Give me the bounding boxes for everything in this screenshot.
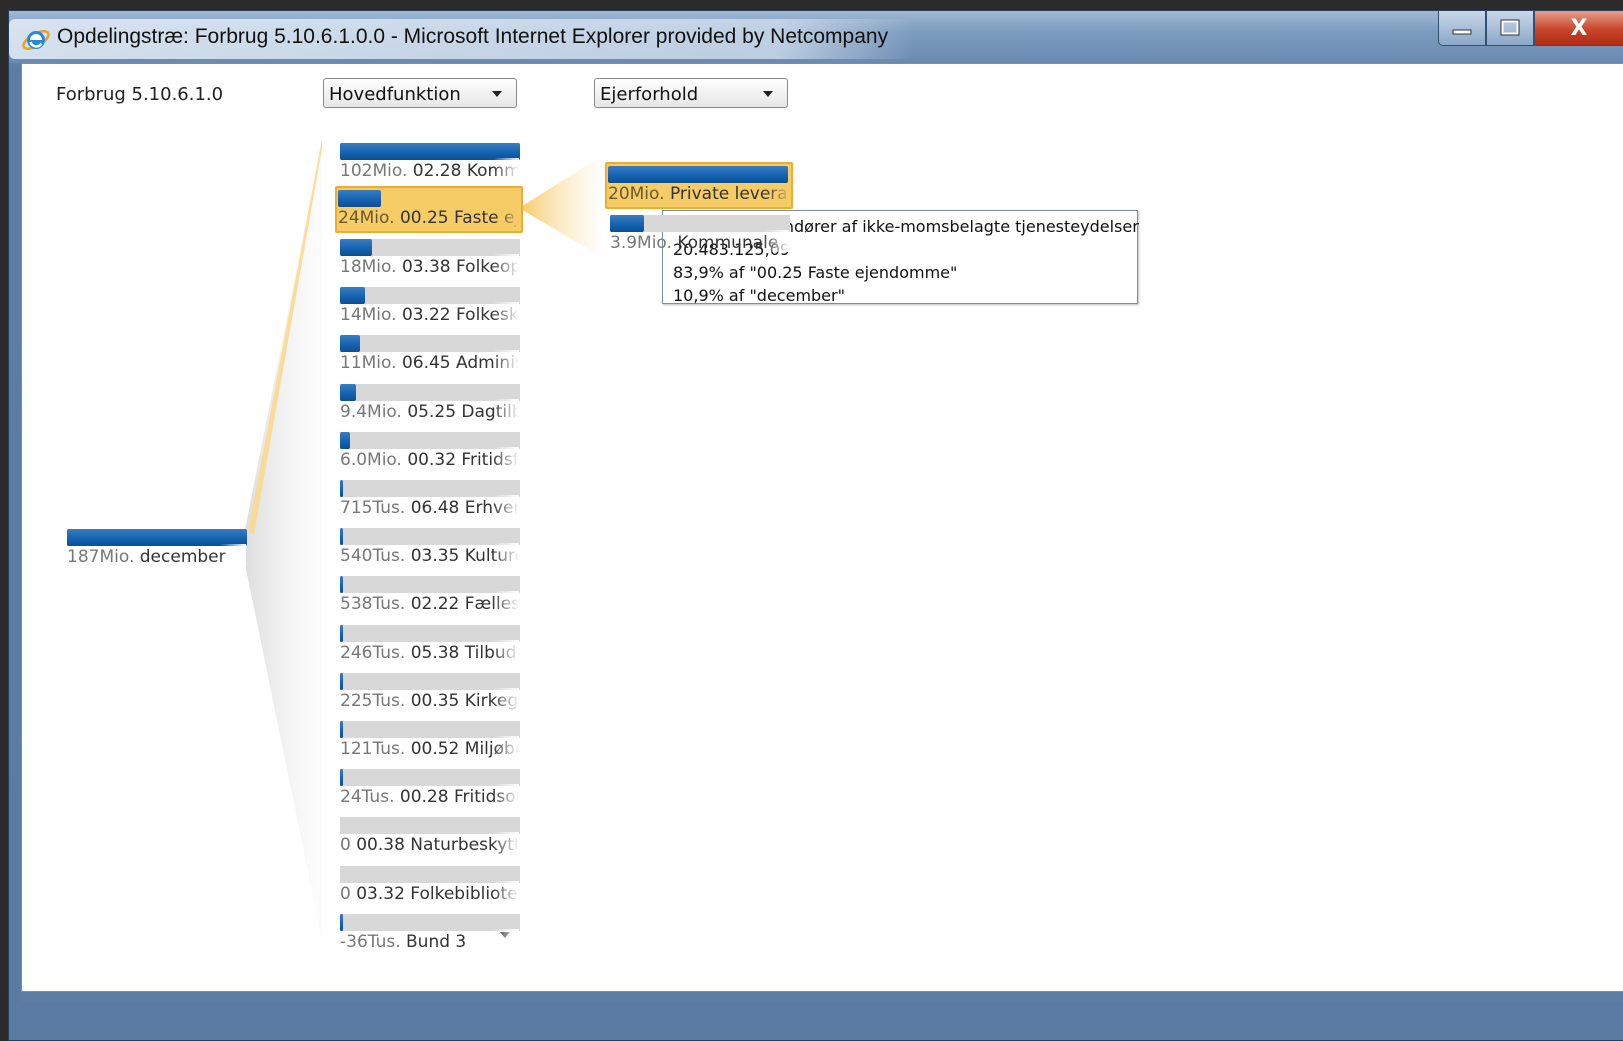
tree-node-level1[interactable]: 538Tus. 02.22 Fælles funktioner [337, 571, 520, 615]
value-bar [340, 480, 343, 497]
tree-node-level2[interactable]: 20Mio. Private leverandører [605, 162, 793, 209]
node-label: 3.9Mio. Kommunale [610, 233, 788, 253]
tree-node-level1[interactable]: 225Tus. 00.35 Kirkegårde [337, 668, 520, 712]
tree-connectors [245, 139, 597, 940]
value-bar [608, 166, 788, 183]
value-bar [340, 287, 365, 304]
node-amount: 0 [340, 884, 351, 904]
value-bar [340, 384, 356, 401]
node-amount: 540Tus. [340, 546, 406, 566]
node-label: 6.0Mio. 00.32 Fritidsfaciliteter [340, 450, 518, 470]
node-amount: 121Tus. [340, 739, 406, 759]
node-label: 11Mio. 06.45 Administration [340, 353, 518, 373]
value-bar [340, 721, 343, 738]
tree-node-level1[interactable]: 246Tus. 05.38 Tilbud til voksne [337, 620, 520, 664]
node-label: 102Mio. 02.28 Kommunale [340, 161, 518, 181]
node-label: 121Tus. 00.52 Miljøbeskyttelse [340, 739, 518, 759]
node-amount: 715Tus. [340, 498, 406, 518]
status-strip [21, 992, 1623, 1002]
node-amount: 225Tus. [340, 691, 406, 711]
decomposition-tree-view: Forbrug 5.10.6.1.0 Hovedfunktion Ejerfor… [21, 63, 1623, 992]
value-bar [340, 625, 343, 642]
value-bar [340, 528, 343, 545]
node-amount: 187Mio. [67, 547, 135, 567]
window-title: Opdelingstræ: Forbrug 5.10.6.1.0.0 - Mic… [57, 25, 889, 48]
node-label: 715Tus. 06.48 Erhvervsudvikling [340, 498, 518, 518]
node-name: Bund 3 [406, 932, 467, 952]
value-bar [338, 190, 381, 207]
minimize-icon [1452, 29, 1472, 35]
node-label: 18Mio. 03.38 Folkeoplysning [340, 257, 518, 277]
minimize-button[interactable] [1438, 11, 1486, 46]
value-bar [610, 215, 644, 232]
tree-node-level1[interactable]: 9.4Mio. 05.25 Dagtilbud [337, 379, 520, 423]
title-bar[interactable]: Opdelingstræ: Forbrug 5.10.6.1.0.0 - Mic… [9, 11, 1623, 63]
tree-node-level1[interactable]: 0 03.32 Folkebiblioteker [337, 861, 520, 905]
close-icon: X [1570, 15, 1588, 41]
node-amount: 6.0Mio. [340, 450, 402, 470]
node-label: 246Tus. 05.38 Tilbud til voksne [340, 643, 518, 663]
value-bar [340, 576, 343, 593]
maximize-icon [1500, 19, 1520, 36]
value-bar [340, 914, 343, 931]
node-amount: 9.4Mio. [340, 402, 402, 422]
node-label: 24Tus. 00.28 Fritidsområder [340, 787, 518, 807]
tree-node-level1[interactable]: 102Mio. 02.28 Kommunale [337, 138, 520, 182]
tree-node-level1[interactable]: 121Tus. 00.52 Miljøbeskyttelse [337, 716, 520, 760]
node-amount: 538Tus. [340, 594, 406, 614]
node-amount: 18Mio. [340, 257, 397, 277]
node-label: -36Tus. Bund 3 [340, 932, 518, 952]
node-amount: 246Tus. [340, 643, 406, 663]
internet-explorer-icon [22, 30, 50, 50]
tree-node-level2[interactable]: 3.9Mio. Kommunale [607, 210, 790, 254]
value-bar [340, 769, 343, 786]
node-label: 14Mio. 03.22 Folkeskolen [340, 305, 518, 325]
tree-node-level1[interactable]: 18Mio. 03.38 Folkeoplysning [337, 234, 520, 278]
tree-node-level1[interactable]: 6.0Mio. 00.32 Fritidsfaciliteter [337, 427, 520, 471]
node-amount: 24Mio. [338, 208, 395, 228]
node-label: 0 00.38 Naturbeskyttelse [340, 835, 518, 855]
node-label: 540Tus. 03.35 Kulturel virksomhed [340, 546, 518, 566]
node-label: 24Mio. 00.25 Faste ejendomme [338, 208, 516, 228]
node-amount: 11Mio. [340, 353, 397, 373]
node-label: 538Tus. 02.22 Fælles funktioner [340, 594, 518, 614]
node-amount: 20Mio. [608, 184, 665, 204]
value-bar-track [338, 190, 518, 207]
node-amount: 24Tus. [340, 787, 395, 807]
tree-node-level1[interactable]: 11Mio. 06.45 Administration [337, 330, 520, 374]
tree-node-level1[interactable]: 0 00.38 Naturbeskyttelse [337, 812, 520, 856]
value-bar [340, 335, 360, 352]
node-label: 0 03.32 Folkebiblioteker [340, 884, 518, 904]
value-bar [340, 239, 372, 256]
value-bar [340, 432, 350, 449]
browser-window: Opdelingstræ: Forbrug 5.10.6.1.0.0 - Mic… [8, 10, 1623, 1041]
node-label: 20Mio. Private leverandører [608, 184, 786, 204]
tree-node-level1[interactable]: 24Tus. 00.28 Fritidsområder [337, 764, 520, 808]
node-amount: 3.9Mio. [610, 233, 672, 253]
tree-node-level1[interactable]: 715Tus. 06.48 Erhvervsudvikling [337, 475, 520, 519]
close-button[interactable]: X [1534, 11, 1623, 46]
value-bar-track [608, 166, 788, 183]
node-label: 225Tus. 00.35 Kirkegårde [340, 691, 518, 711]
node-amount: 14Mio. [340, 305, 397, 325]
tree-node-level1[interactable]: -36Tus. Bund 3 [337, 909, 520, 953]
node-amount: 102Mio. [340, 161, 408, 181]
tree-node-level1[interactable]: 14Mio. 03.22 Folkeskolen [337, 282, 520, 326]
node-label: 9.4Mio. 05.25 Dagtilbud [340, 402, 518, 422]
tree-node-root[interactable]: 187Mio. december [64, 524, 247, 568]
tree-node-level1[interactable]: 24Mio. 00.25 Faste ejendomme [335, 186, 523, 233]
node-name: december [139, 547, 226, 567]
tree-node-level1[interactable]: 540Tus. 03.35 Kulturel virksomhed [337, 523, 520, 567]
node-amount: 0 [340, 835, 351, 855]
value-bar [340, 673, 343, 690]
node-amount: -36Tus. [340, 932, 401, 952]
maximize-button[interactable] [1486, 11, 1534, 46]
node-label: 187Mio. december [67, 547, 245, 567]
